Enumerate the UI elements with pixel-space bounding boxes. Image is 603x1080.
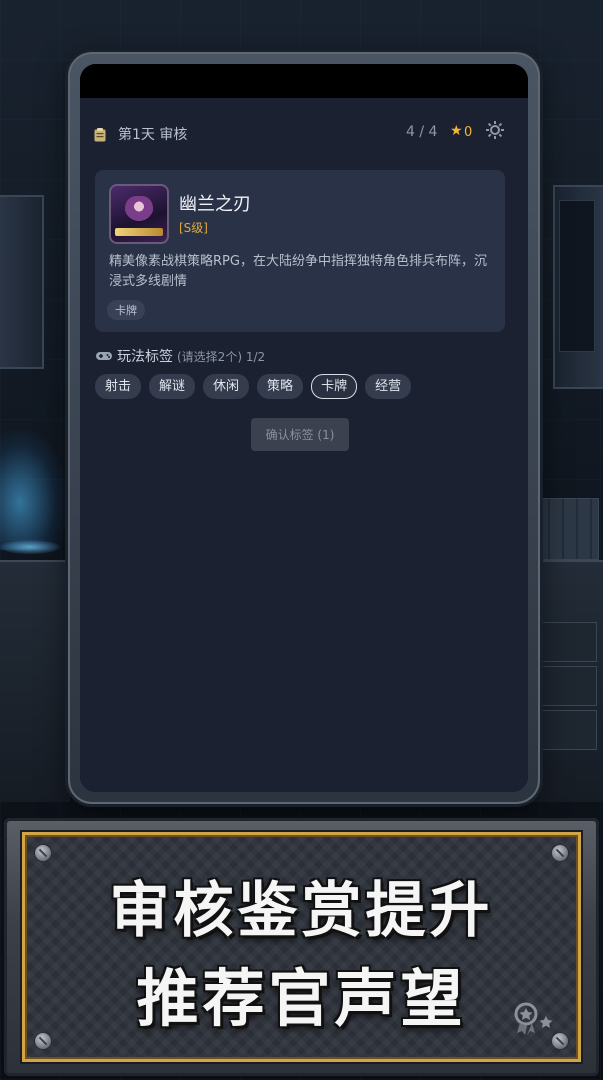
- drawer: [537, 710, 597, 750]
- gamepad-icon: [96, 352, 112, 360]
- wall-screen-right: [559, 200, 595, 352]
- tag-option-strategy[interactable]: 策略: [257, 374, 304, 399]
- tag-option-shooting[interactable]: 射击: [95, 374, 142, 399]
- game-card[interactable]: 幽兰之刃 [S级] 精美像素战棋策略RPG，在大陆纷争中指挥独特角色排兵布阵，沉…: [95, 170, 505, 332]
- tags-hint: (请选择2个) 1/2: [177, 349, 266, 364]
- day-label: 第1天 审核: [118, 127, 188, 143]
- clipboard-icon: [94, 128, 106, 142]
- banner-headline-1: 审核鉴赏提升: [109, 876, 494, 946]
- screw-icon: [34, 844, 52, 862]
- desk-left: [0, 560, 70, 802]
- hologram-base: [0, 540, 60, 554]
- game-title: 幽兰之刃: [179, 194, 251, 215]
- wall-panel-left: [0, 195, 44, 369]
- tags-header: 玩法标签 (请选择2个) 1/2: [95, 346, 265, 366]
- phone-frame: 第1天 审核 4 / 4 ★ 0 幽兰之刃 [S级] 精美像素战棋策略RPG，在…: [68, 52, 540, 804]
- medal-star-icon: [514, 1002, 553, 1035]
- drawer: [537, 666, 597, 706]
- bookshelf: [535, 498, 599, 560]
- star-count: 0: [464, 125, 473, 140]
- phone-screen: 第1天 审核 4 / 4 ★ 0 幽兰之刃 [S级] 精美像素战棋策略RPG，在…: [80, 64, 528, 792]
- tag-option-casual[interactable]: 休闲: [203, 374, 250, 399]
- game-genre-tag: 卡牌: [107, 300, 145, 320]
- desk-right: [533, 560, 603, 802]
- tag-option-management[interactable]: 经营: [365, 374, 412, 399]
- screw-icon: [551, 844, 569, 862]
- review-progress: 4 / 4: [406, 124, 438, 140]
- game-icon: [109, 184, 169, 244]
- star-icon: ★: [450, 123, 463, 139]
- gear-icon[interactable]: [485, 120, 505, 140]
- status-bar: [80, 64, 528, 98]
- game-grade: [S级]: [179, 221, 208, 235]
- tags-title: 玩法标签: [117, 349, 173, 365]
- drawer: [537, 622, 597, 662]
- game-icon-figure: [125, 196, 153, 226]
- game-description: 精美像素战棋策略RPG，在大陆纷争中指挥独特角色排兵布阵，沉浸式多线剧情: [109, 254, 487, 289]
- confirm-tags-button[interactable]: 确认标签 (1): [251, 418, 349, 451]
- tag-option-puzzle[interactable]: 解谜: [149, 374, 196, 399]
- review-screen: 第1天 审核 4 / 4 ★ 0 幽兰之刃 [S级] 精美像素战棋策略RPG，在…: [80, 98, 528, 792]
- tag-option-card[interactable]: 卡牌: [311, 374, 358, 399]
- hologram-glow: [0, 430, 66, 550]
- tag-options: 射击 解谜 休闲 策略 卡牌 经营: [95, 374, 412, 399]
- game-icon-logo: [115, 228, 163, 236]
